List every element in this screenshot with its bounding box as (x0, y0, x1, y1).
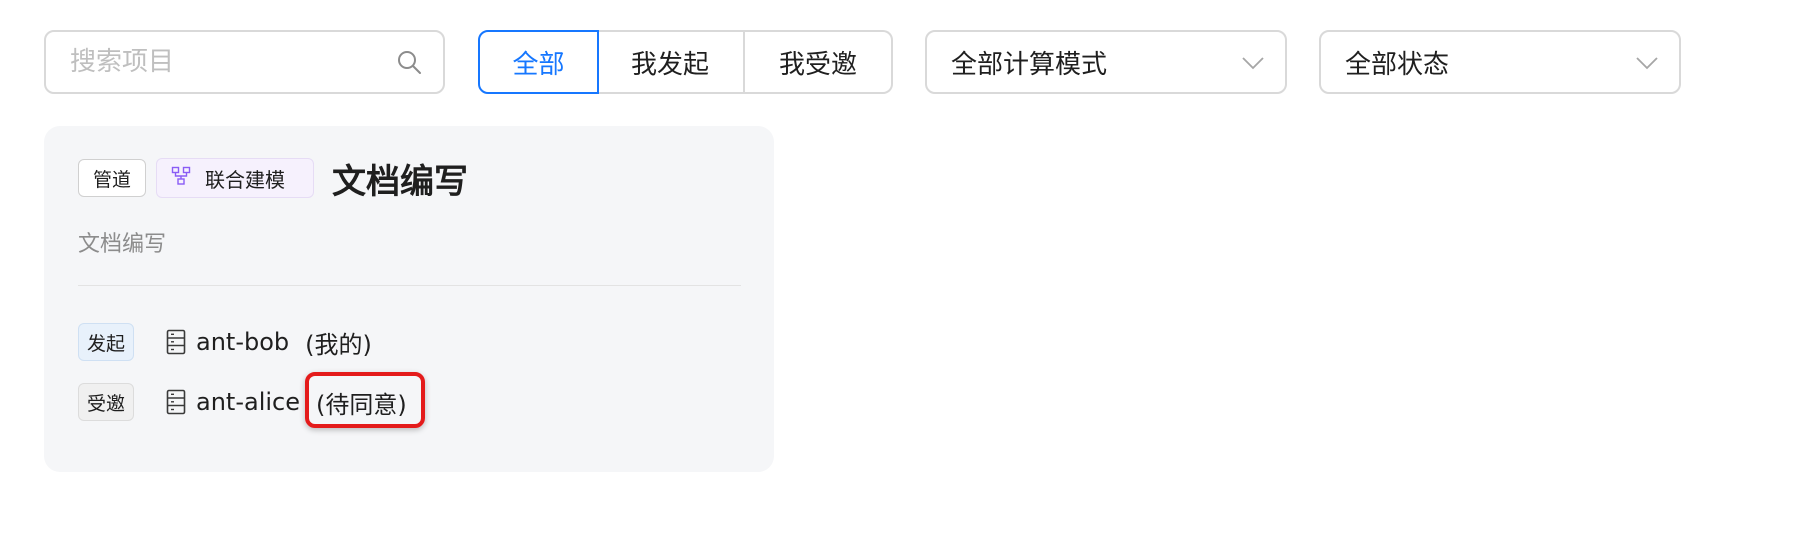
node-status: (我的) (305, 330, 372, 359)
compute-mode-select[interactable]: 全部计算模式 (925, 30, 1287, 94)
search-icon[interactable] (394, 47, 423, 77)
node-name: ant-bob (196, 328, 290, 356)
tab-initiated[interactable]: 我发起 (597, 30, 745, 94)
project-type-tag: 管道 (78, 159, 147, 197)
project-title[interactable]: 文档编写 (332, 154, 468, 203)
network-topology-icon (171, 166, 191, 191)
card-divider (78, 285, 741, 286)
compute-mode-tag: 联合建模 (156, 158, 315, 198)
project-card-header: 管道 联合建模 文档编写 (78, 154, 468, 203)
status-select[interactable]: 全部状态 (1319, 30, 1681, 94)
chevron-down-icon (1635, 47, 1659, 77)
compute-mode-select-value: 全部计算模式 (951, 49, 1108, 80)
compute-mode-label: 联合建模 (205, 167, 286, 192)
participant-row: 发起 ant-bob (我的) (78, 322, 372, 362)
search-input[interactable] (70, 47, 394, 77)
status-select-value: 全部状态 (1345, 49, 1450, 80)
status-highlight-box (305, 372, 425, 428)
node-name: ant-alice (196, 388, 300, 416)
project-description: 文档编写 (78, 232, 167, 257)
server-icon (166, 389, 188, 415)
tab-all[interactable]: 全部 (478, 30, 599, 94)
role-badge-initiator: 发起 (78, 323, 134, 361)
search-box[interactable] (44, 30, 445, 94)
ownership-filter: 全部 我发起 我受邀 (478, 30, 893, 94)
chevron-down-icon (1241, 47, 1265, 77)
tab-invited[interactable]: 我受邀 (745, 30, 893, 94)
project-list-page: 全部 我发起 我受邀 全部计算模式 全部状态 管道 (0, 0, 1814, 552)
role-badge-invitee: 受邀 (78, 383, 134, 421)
server-icon (166, 329, 188, 355)
